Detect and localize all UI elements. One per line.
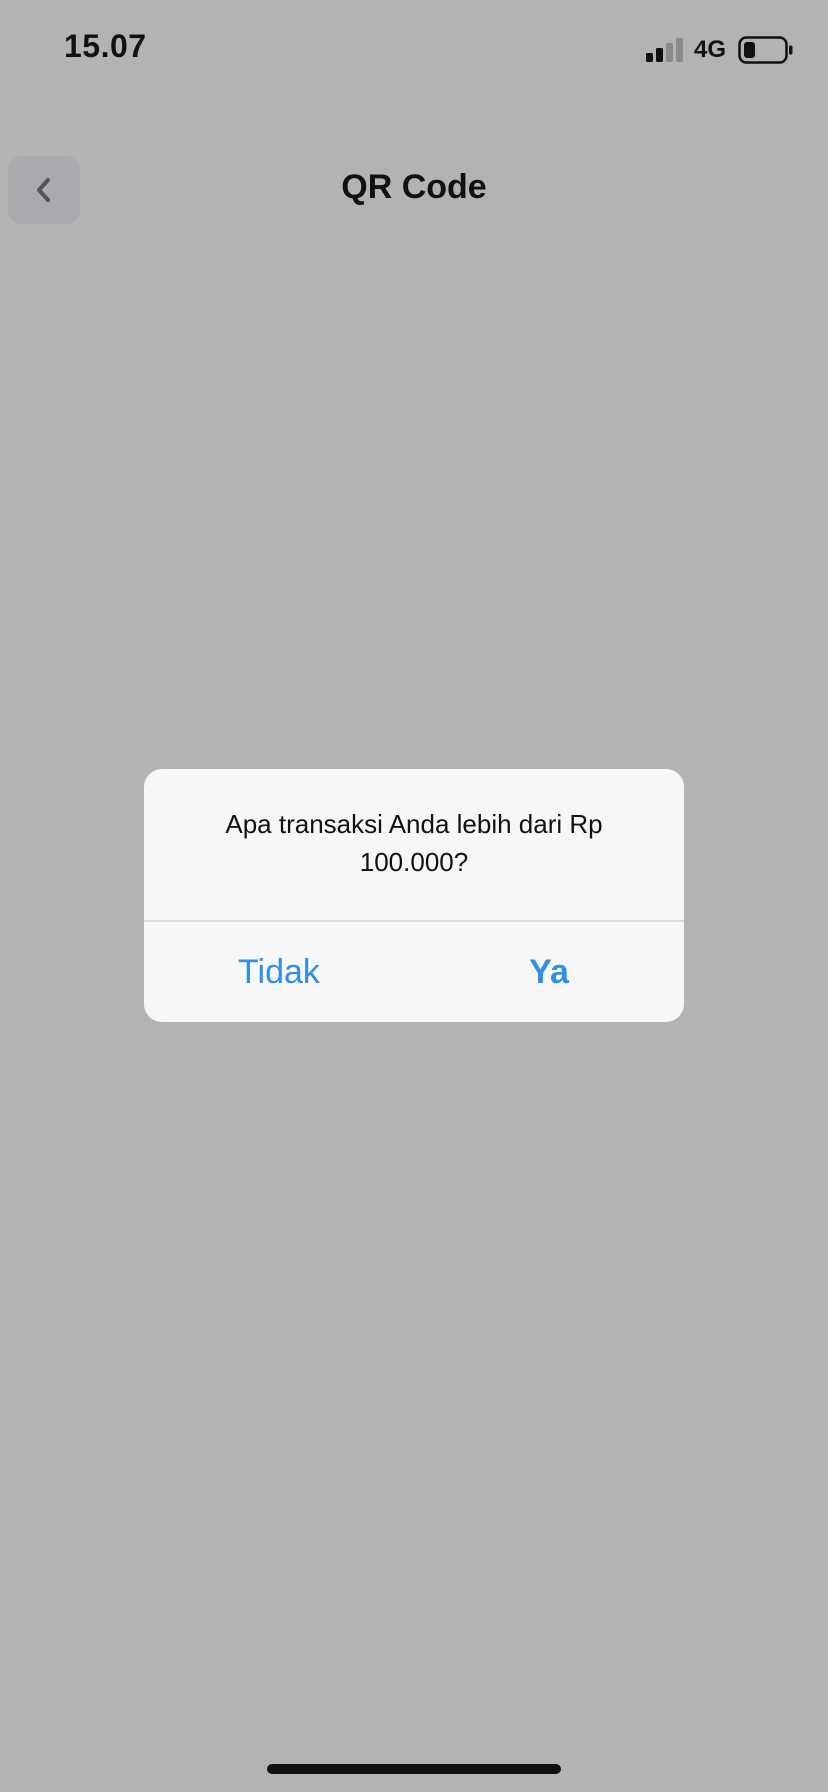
dialog-actions: Tidak Ya [144, 922, 684, 1022]
status-time: 15.07 [64, 28, 147, 64]
confirmation-dialog: Apa transaksi Anda lebih dari Rp 100.000… [144, 769, 684, 1022]
status-icons: 4G [645, 36, 794, 64]
yes-button[interactable]: Ya [414, 922, 684, 1022]
page-title: QR Code [341, 168, 487, 206]
no-button[interactable]: Tidak [144, 922, 414, 1022]
battery-icon [738, 36, 793, 64]
status-bar: 15.07 4G [0, 0, 828, 100]
dialog-message: Apa transaksi Anda lebih dari Rp 100.000… [225, 809, 603, 877]
home-indicator [267, 1764, 561, 1774]
header: QR Code [0, 150, 828, 230]
network-label: 4G [693, 36, 726, 63]
signal-icon [645, 38, 683, 62]
